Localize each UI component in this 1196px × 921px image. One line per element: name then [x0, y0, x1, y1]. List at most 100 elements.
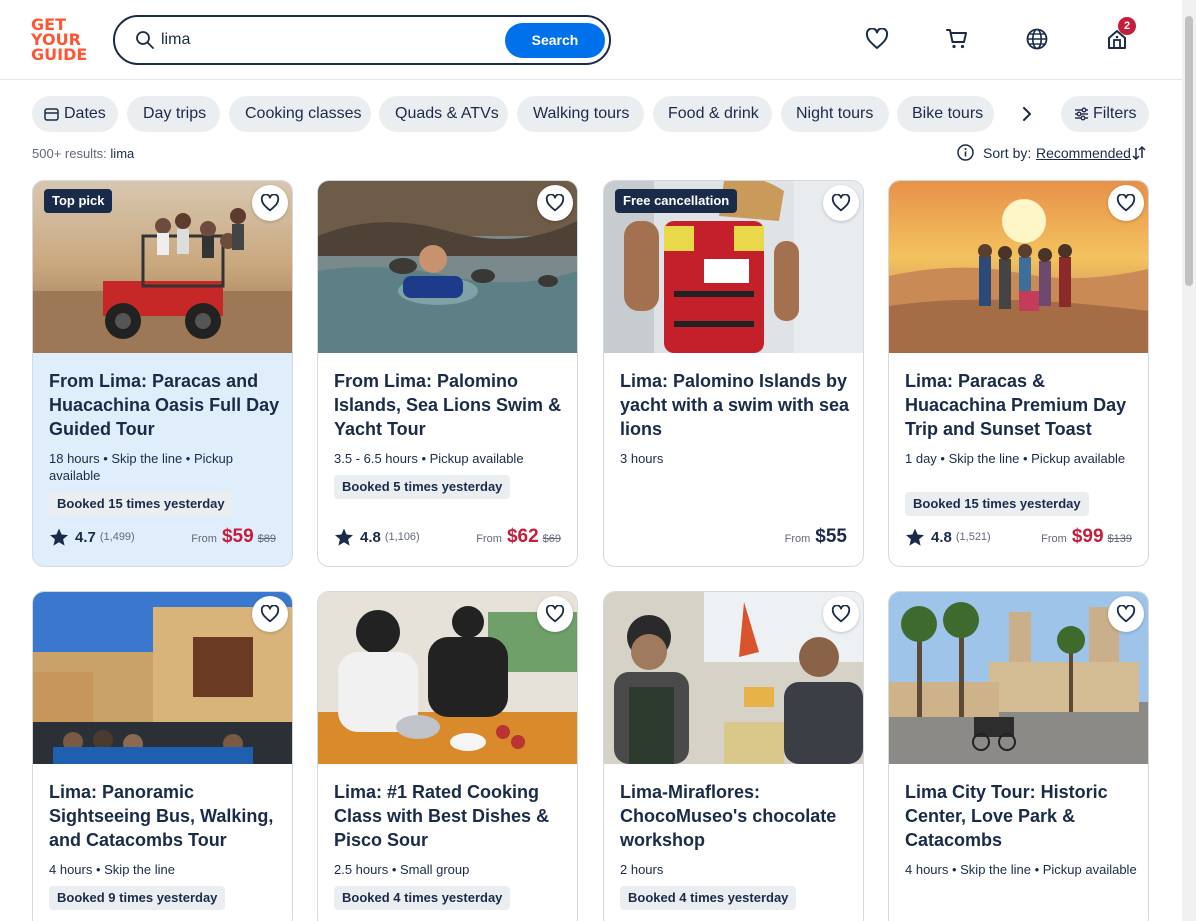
- activity-price: From $62 $69: [476, 526, 561, 548]
- chevron-right-icon: [1023, 107, 1031, 121]
- filters-label: Filters: [1093, 105, 1137, 122]
- activity-card[interactable]: From Lima: Palomino Islands, Sea Lions S…: [317, 180, 578, 567]
- chip-label: Night tours: [796, 105, 874, 122]
- price-current: $59: [221, 526, 254, 547]
- sort-dropdown[interactable]: Recommended: [1036, 145, 1131, 161]
- add-to-wishlist-button[interactable]: [252, 596, 288, 632]
- chip-night-tours[interactable]: Night tours: [781, 96, 889, 132]
- chip-dates[interactable]: Dates: [32, 96, 118, 132]
- free-cancellation-badge: Free cancellation: [615, 189, 738, 213]
- sliders-icon: [1075, 107, 1088, 121]
- activity-title[interactable]: From Lima: Paracas and Huacachina Oasis …: [49, 369, 281, 441]
- activity-meta: 2.5 hours • Small group: [334, 862, 470, 877]
- rating-value: 4.8: [931, 528, 952, 546]
- add-to-wishlist-button[interactable]: [252, 185, 288, 221]
- activity-title[interactable]: Lima-Miraflores: ChocoMuseo's chocolate …: [620, 780, 852, 852]
- activity-card[interactable]: Lima-Miraflores: ChocoMuseo's chocolate …: [603, 591, 864, 921]
- heart-icon: [545, 605, 565, 623]
- activity-title[interactable]: Lima: Paracas & Huacachina Premium Day T…: [905, 369, 1137, 441]
- activity-meta: 3 hours: [620, 451, 664, 466]
- chip-cooking-classes[interactable]: Cooking classes: [229, 96, 371, 132]
- activity-card[interactable]: Lima: Paracas & Huacachina Premium Day T…: [888, 180, 1149, 567]
- heart-icon: [1116, 605, 1136, 623]
- chip-quads-atvs[interactable]: Quads & ATVs: [379, 96, 508, 132]
- activity-card[interactable]: Lima: Panoramic Sightseeing Bus, Walking…: [32, 591, 293, 921]
- cart-icon: [946, 29, 967, 49]
- add-to-wishlist-button[interactable]: [1108, 185, 1144, 221]
- heart-icon: [545, 194, 565, 212]
- star-icon: [335, 528, 353, 546]
- booked-badge: Booked 4 times yesterday: [620, 886, 797, 910]
- cart-button[interactable]: [942, 24, 972, 54]
- chip-label: Cooking classes: [245, 105, 362, 122]
- rating-count: (1,106): [384, 531, 420, 543]
- activity-card[interactable]: Lima: #1 Rated Cooking Class with Best D…: [317, 591, 578, 921]
- price-from-label: From: [476, 533, 502, 545]
- activity-card[interactable]: Lima City Tour: Historic Center, Love Pa…: [888, 591, 1149, 921]
- star-icon: [906, 528, 924, 546]
- sort-arrows-icon[interactable]: [1131, 145, 1147, 161]
- chip-label: Walking tours: [533, 105, 630, 122]
- chip-label: Dates: [64, 105, 106, 122]
- top-header: GET YOUR GUIDE Search 2: [0, 0, 1182, 80]
- activity-meta: 18 hours • Skip the line • Pickup availa…: [49, 451, 233, 483]
- chip-food-drink[interactable]: Food & drink: [653, 96, 772, 132]
- search-button[interactable]: Search: [505, 23, 605, 58]
- rating-value: 4.8: [360, 528, 381, 546]
- search-bar: Search: [113, 15, 611, 65]
- rating-count: (1,499): [99, 531, 135, 543]
- activity-title[interactable]: Lima: Panoramic Sightseeing Bus, Walking…: [49, 780, 281, 852]
- chip-label: Day trips: [143, 105, 207, 122]
- heart-icon: [260, 605, 280, 623]
- price-current: $99: [1071, 526, 1104, 547]
- activity-title[interactable]: From Lima: Palomino Islands, Sea Lions S…: [334, 369, 566, 441]
- booked-badge: Booked 4 times yesterday: [334, 886, 511, 910]
- add-to-wishlist-button[interactable]: [823, 596, 859, 632]
- activity-rating: 4.7 (1,499): [49, 527, 135, 547]
- search-icon: [136, 31, 154, 49]
- chip-walking-tours[interactable]: Walking tours: [517, 96, 644, 132]
- booked-badge: Booked 5 times yesterday: [334, 475, 511, 499]
- getyourguide-logo[interactable]: GET YOUR GUIDE: [31, 17, 89, 63]
- heart-icon: [1116, 194, 1136, 212]
- heart-icon: [260, 194, 280, 212]
- page-scrollbar[interactable]: [1182, 0, 1196, 921]
- chips-scroll-right-button[interactable]: [1012, 100, 1042, 128]
- activity-price: From $59 $89: [191, 526, 276, 548]
- chip-bike-tours[interactable]: Bike tours: [897, 96, 994, 132]
- activity-title[interactable]: Lima: Palomino Islands by yacht with a s…: [620, 369, 852, 441]
- add-to-wishlist-button[interactable]: [823, 185, 859, 221]
- logo-line-3: GUIDE: [31, 45, 88, 64]
- chip-label: Bike tours: [912, 105, 984, 122]
- activity-title[interactable]: Lima: #1 Rated Cooking Class with Best D…: [334, 780, 566, 852]
- chip-day-trips[interactable]: Day trips: [127, 96, 220, 132]
- price-from-label: From: [1041, 533, 1067, 545]
- activity-card[interactable]: Free cancellation Lima: Palomino Islands…: [603, 180, 864, 567]
- activity-meta: 1 day • Skip the line • Pickup available: [905, 451, 1126, 466]
- bookings-button[interactable]: 2: [1102, 17, 1136, 54]
- add-to-wishlist-button[interactable]: [537, 185, 573, 221]
- info-icon[interactable]: [957, 144, 974, 161]
- add-to-wishlist-button[interactable]: [537, 596, 573, 632]
- language-button[interactable]: [1022, 24, 1052, 54]
- chip-label: Quads & ATVs: [395, 105, 499, 122]
- filters-button[interactable]: Filters: [1061, 96, 1149, 132]
- booked-badge: Booked 15 times yesterday: [905, 492, 1089, 516]
- price-from-label: From: [784, 533, 811, 545]
- search-input[interactable]: [161, 28, 491, 52]
- activity-rating: 4.8 (1,521): [905, 527, 991, 547]
- calendar-icon: [44, 108, 59, 121]
- results-count: 500+ results: lima: [32, 146, 134, 161]
- booked-badge: Booked 15 times yesterday: [49, 492, 233, 516]
- results-count-text: 500+ results:: [32, 146, 107, 161]
- activity-price: From $99 $139: [1041, 526, 1132, 548]
- activity-card[interactable]: Top pick From Lima: Paracas and Huacachi…: [32, 180, 293, 567]
- heart-icon: [865, 28, 889, 49]
- activity-title[interactable]: Lima City Tour: Historic Center, Love Pa…: [905, 780, 1137, 852]
- scrollbar-thumb[interactable]: [1185, 16, 1193, 286]
- sort-label: Sort by:: [983, 145, 1032, 161]
- star-icon: [50, 528, 68, 546]
- add-to-wishlist-button[interactable]: [1108, 596, 1144, 632]
- cart-count-badge: 2: [1118, 17, 1136, 35]
- wishlist-button[interactable]: [862, 24, 892, 54]
